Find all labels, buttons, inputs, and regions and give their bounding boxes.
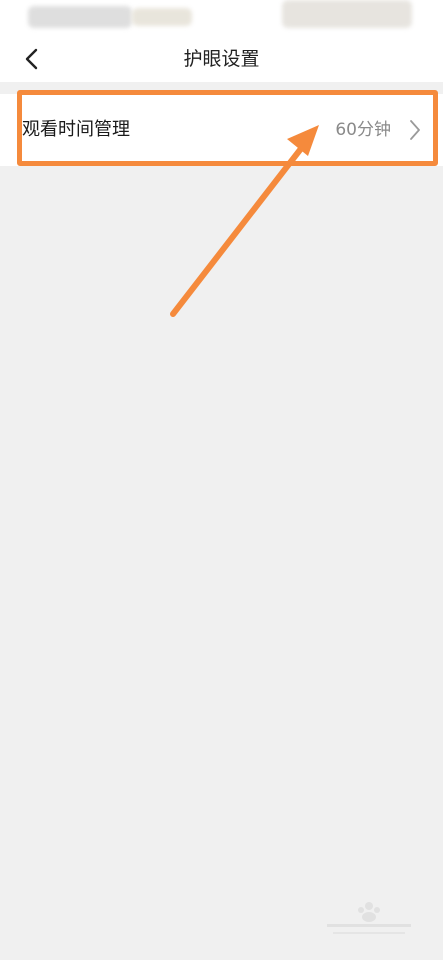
settings-item-value: 60分钟	[335, 120, 391, 140]
watermark-logo	[327, 902, 411, 934]
chevron-right-icon	[410, 120, 420, 140]
settings-item-watch-time[interactable]: 观看时间管理 60分钟	[0, 94, 443, 166]
blurred-status-right	[282, 0, 412, 28]
blurred-status-mid	[132, 8, 192, 26]
settings-item-label: 观看时间管理	[22, 119, 130, 140]
page-title: 护眼设置	[183, 48, 260, 70]
nav-bar: 护眼设置	[0, 36, 443, 82]
blurred-status-left	[28, 6, 132, 28]
status-bar	[0, 0, 443, 36]
